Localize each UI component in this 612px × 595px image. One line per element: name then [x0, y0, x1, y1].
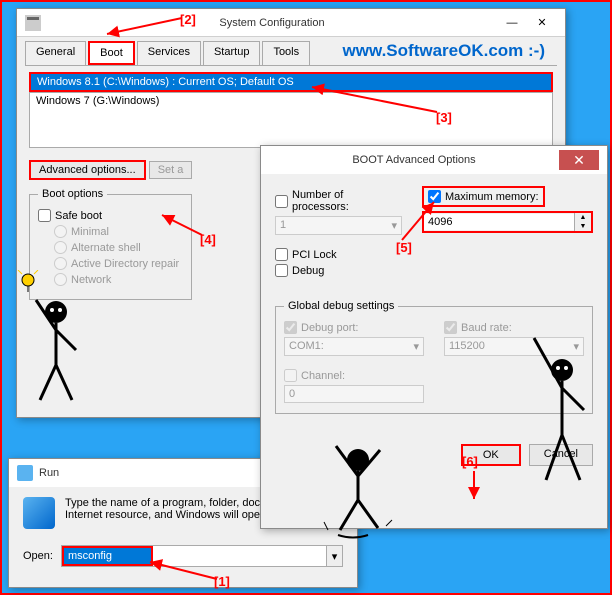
radio-minimal-row: Minimal [54, 225, 183, 238]
run-input-highlight [62, 546, 153, 566]
open-label: Open: [23, 550, 53, 562]
num-processors-row[interactable]: Number of processors: [275, 189, 402, 213]
pci-lock-label: PCI Lock [292, 249, 337, 261]
pci-lock-checkbox[interactable] [275, 248, 288, 261]
run-icon [17, 465, 33, 481]
channel-input: 0 [284, 385, 424, 403]
debug-port-label: Debug port: [301, 322, 358, 334]
radio-altshell-label: Alternate shell [71, 242, 141, 254]
run-input-remainder[interactable] [153, 546, 326, 566]
tab-startup[interactable]: Startup [203, 41, 260, 65]
max-memory-input[interactable] [424, 214, 574, 230]
debug-checkbox[interactable] [275, 264, 288, 277]
tab-boot[interactable]: Boot [88, 41, 135, 65]
boot-advanced-window: BOOT Advanced Options ✕ Number of proces… [260, 145, 608, 529]
radio-adrepair-label: Active Directory repair [71, 258, 179, 270]
baud-label: Baud rate: [461, 322, 512, 334]
radio-altshell [54, 241, 67, 254]
watermark-top: www.SoftwareOK.com :-) [343, 41, 545, 61]
max-memory-checkbox[interactable] [428, 190, 441, 203]
safe-boot-checkbox-row[interactable]: Safe boot [38, 209, 183, 222]
bootadv-titlebar[interactable]: BOOT Advanced Options ✕ [261, 146, 607, 174]
bootadv-close-button[interactable]: ✕ [559, 150, 599, 170]
radio-adrepair [54, 257, 67, 270]
baud-checkbox [444, 321, 457, 334]
debug-port-row: Debug port: [284, 321, 424, 334]
sysconfig-titlebar[interactable]: System Configuration — ✕ [17, 9, 565, 37]
os-entry-selected[interactable]: Windows 8.1 (C:\Windows) : Current OS; D… [31, 74, 551, 90]
tab-general[interactable]: General [25, 41, 86, 65]
max-memory-label: Maximum memory: [445, 191, 539, 203]
radio-minimal [54, 225, 67, 238]
radio-network-row: Network [54, 273, 183, 286]
debug-row[interactable]: Debug [275, 264, 402, 277]
sysconfig-icon [25, 15, 41, 31]
ok-button[interactable]: OK [461, 444, 521, 466]
os-list-rest[interactable]: Windows 7 (G:\Windows) [29, 92, 553, 148]
safe-boot-label: Safe boot [55, 210, 102, 222]
os-entry-2[interactable]: Windows 7 (G:\Windows) [36, 95, 546, 107]
debug-port-select: COM1:▾ [284, 337, 424, 356]
tab-tools[interactable]: Tools [262, 41, 310, 65]
debug-label: Debug [292, 265, 324, 277]
minimize-button[interactable]: — [497, 13, 527, 33]
num-processors-label: Number of processors: [292, 189, 402, 213]
radio-adrepair-row: Active Directory repair [54, 257, 183, 270]
max-memory-row[interactable]: Maximum memory: [422, 186, 545, 207]
global-debug-group: Global debug settings Debug port: COM1:▾… [275, 300, 593, 414]
radio-network-label: Network [71, 274, 111, 286]
safe-boot-checkbox[interactable] [38, 209, 51, 222]
run-body-icon [23, 497, 55, 529]
boot-options-legend: Boot options [38, 188, 107, 200]
boot-options-group: Boot options Safe boot Minimal Alternate… [29, 188, 192, 300]
run-input[interactable] [64, 548, 151, 564]
radio-network [54, 273, 67, 286]
os-list-highlighted: Windows 8.1 (C:\Windows) : Current OS; D… [29, 72, 553, 92]
num-processors-checkbox[interactable] [275, 195, 288, 208]
pci-lock-row[interactable]: PCI Lock [275, 248, 402, 261]
close-button[interactable]: ✕ [527, 13, 557, 33]
advanced-options-button[interactable]: Advanced options... [29, 160, 146, 180]
baud-row: Baud rate: [444, 321, 584, 334]
num-processors-select: 1▾ [275, 216, 402, 235]
set-default-button[interactable]: Set a [149, 161, 193, 179]
bootadv-title: BOOT Advanced Options [269, 154, 559, 166]
baud-select: 115200▾ [444, 337, 584, 356]
max-memory-spinner[interactable]: ▲▼ [574, 213, 591, 231]
sysconfig-title: System Configuration [47, 17, 497, 29]
debug-port-checkbox [284, 321, 297, 334]
radio-altshell-row: Alternate shell [54, 241, 183, 254]
channel-checkbox [284, 369, 297, 382]
cancel-button[interactable]: Cancel [529, 444, 593, 466]
max-memory-input-wrap: ▲▼ [422, 211, 593, 233]
run-dropdown-button[interactable]: ▾ [326, 546, 342, 566]
radio-minimal-label: Minimal [71, 226, 109, 238]
tab-services[interactable]: Services [137, 41, 201, 65]
global-debug-legend: Global debug settings [284, 300, 398, 312]
channel-label: Channel: [301, 370, 345, 382]
channel-row: Channel: [284, 369, 424, 382]
